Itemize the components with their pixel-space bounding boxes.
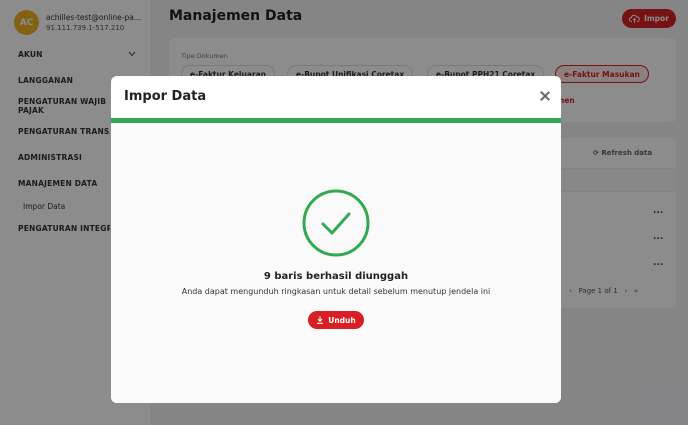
unduh-button[interactable]: Unduh: [308, 311, 364, 329]
impor-data-modal: Impor Data 9 baris berhasil diunggah And…: [111, 76, 561, 403]
download-icon: [317, 316, 324, 324]
modal-body: 9 baris berhasil diunggah Anda dapat men…: [111, 123, 561, 403]
success-subtitle: Anda dapat mengunduh ringkasan untuk det…: [181, 287, 491, 296]
success-check-icon: [302, 189, 370, 257]
unduh-button-label: Unduh: [328, 315, 356, 325]
success-title: 9 baris berhasil diunggah: [263, 271, 409, 282]
close-icon[interactable]: [539, 90, 551, 102]
modal-title: Impor Data: [124, 89, 207, 104]
